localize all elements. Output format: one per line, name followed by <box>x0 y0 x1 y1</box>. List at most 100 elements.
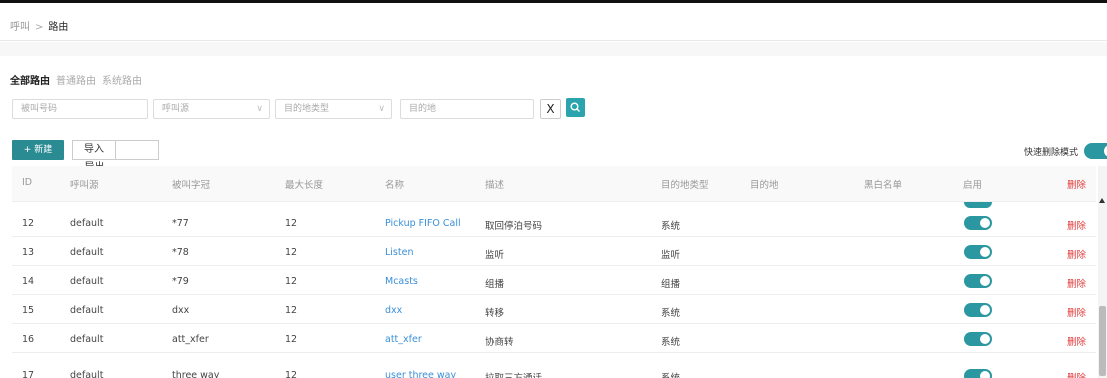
cell-name-link[interactable]: att_xfer <box>385 334 422 345</box>
cell-id: 17 <box>22 370 35 378</box>
toggle-knob <box>980 247 990 257</box>
cell-id: 15 <box>22 305 35 316</box>
vertical-scrollbar[interactable] <box>1098 166 1107 378</box>
cell-prefix: *78 <box>172 247 189 258</box>
callee-number-placeholder: 被叫号码 <box>21 104 58 114</box>
enabled-toggle[interactable] <box>964 245 992 259</box>
cell-description: 组播 <box>485 279 505 290</box>
cell-destination-type: 组播 <box>661 279 681 290</box>
destination-type-select[interactable]: 目的地类型 ∨ <box>275 99 392 119</box>
enabled-toggle[interactable] <box>964 369 992 378</box>
column-header-destination-type[interactable]: 目的地类型 <box>661 177 709 191</box>
delete-link[interactable]: 删除 <box>1067 247 1086 261</box>
enabled-toggle[interactable] <box>964 216 992 230</box>
callee-number-input[interactable]: 被叫号码 <box>12 99 148 119</box>
table-row: 17 default three way 12 user three way 拉… <box>12 354 1096 378</box>
quick-delete-label: 快速删除模式 <box>1024 148 1079 158</box>
cell-description: 监听 <box>485 250 505 261</box>
cell-prefix: dxx <box>172 305 190 316</box>
cell-destination-type: 系统 <box>661 337 681 348</box>
cell-destination-type: 系统 <box>661 370 680 378</box>
toggle-knob <box>980 276 990 286</box>
delete-link[interactable]: 删除 <box>1067 370 1086 378</box>
cell-prefix: *77 <box>172 218 189 229</box>
cell-id: 13 <box>22 247 35 258</box>
new-route-button[interactable]: + 新建 <box>12 140 64 160</box>
breadcrumb-parent[interactable]: 呼叫 <box>10 22 30 33</box>
scroll-up-arrow-icon[interactable] <box>1099 198 1105 203</box>
destination-input[interactable]: 目的地 <box>400 99 534 119</box>
column-header-source[interactable]: 呼叫源 <box>70 177 99 191</box>
table-row: 12 default *77 12 Pickup FIFO Call 取回停泊号… <box>12 209 1096 237</box>
caller-source-select[interactable]: 呼叫源 ∨ <box>153 99 270 119</box>
column-header-destination[interactable]: 目的地 <box>750 177 779 191</box>
enabled-toggle[interactable] <box>964 332 992 346</box>
cell-source: default <box>70 247 104 258</box>
cell-destination-type: 系统 <box>661 221 681 232</box>
tab-all-routes[interactable]: 全部路由 <box>10 76 50 87</box>
search-button[interactable] <box>566 98 585 117</box>
cell-name-link[interactable]: Listen <box>385 247 413 258</box>
column-header-delete[interactable]: 删除 <box>1067 177 1086 191</box>
column-header-description[interactable]: 描述 <box>485 177 504 191</box>
cell-source: default <box>70 305 104 316</box>
breadcrumb: 呼叫 > 路由 <box>10 18 68 33</box>
search-icon <box>570 102 580 112</box>
quick-delete-toggle[interactable] <box>1084 143 1107 159</box>
enabled-toggle[interactable] <box>964 303 992 317</box>
delete-link[interactable]: 删除 <box>1067 218 1086 232</box>
tab-normal-routes[interactable]: 普通路由 <box>56 76 96 87</box>
column-header-prefix[interactable]: 被叫字冠 <box>172 177 210 191</box>
route-tabs: 全部路由 普通路由 系统路由 <box>10 72 148 87</box>
cell-prefix: three way <box>172 370 220 378</box>
delete-link[interactable]: 删除 <box>1067 305 1086 319</box>
caller-source-placeholder: 呼叫源 <box>162 104 190 114</box>
table-row: 13 default *78 12 Listen 监听 监听 删除 <box>12 238 1096 266</box>
toggle-knob <box>980 371 990 378</box>
cell-max-length: 12 <box>285 370 298 378</box>
partial-toggle-above <box>964 202 992 208</box>
scrollbar-thumb[interactable] <box>1099 306 1106 376</box>
column-header-enabled[interactable]: 启用 <box>963 177 982 191</box>
column-header-max-length[interactable]: 最大长度 <box>285 177 323 191</box>
cell-max-length: 12 <box>285 276 298 287</box>
cell-id: 12 <box>22 218 35 229</box>
column-header-name[interactable]: 名称 <box>385 177 404 191</box>
cell-description: 转移 <box>485 308 505 319</box>
cell-id: 14 <box>22 276 35 287</box>
cell-destination-type: 监听 <box>661 250 681 261</box>
cell-max-length: 12 <box>285 218 298 229</box>
cell-source: default <box>70 334 104 345</box>
enabled-toggle[interactable] <box>964 274 992 288</box>
cell-description: 协商转 <box>485 337 514 348</box>
chevron-down-icon: ∨ <box>256 104 263 114</box>
import-button[interactable]: 导入 <box>73 141 116 159</box>
table-row: 15 default dxx 12 dxx 转移 系统 删除 <box>12 296 1096 324</box>
destination-placeholder: 目的地 <box>409 104 437 114</box>
cell-name-link[interactable]: Mcasts <box>385 276 418 287</box>
cell-source: default <box>70 370 104 378</box>
delete-link[interactable]: 删除 <box>1067 334 1086 348</box>
toggle-knob <box>980 334 990 344</box>
table-row: 16 default att_xfer 12 att_xfer 协商转 系统 删… <box>12 325 1096 353</box>
cell-description: 取回停泊号码 <box>485 221 543 232</box>
cell-max-length: 12 <box>285 247 298 258</box>
breadcrumb-separator: > <box>35 22 44 33</box>
tab-system-routes[interactable]: 系统路由 <box>102 76 142 87</box>
table-row: 14 default *79 12 Mcasts 组播 组播 删除 <box>12 267 1096 295</box>
column-header-blackwhite-list[interactable]: 黑白名单 <box>864 177 902 191</box>
column-header-id[interactable]: ID <box>22 177 32 188</box>
delete-link[interactable]: 删除 <box>1067 276 1086 290</box>
routing-page: 呼叫 > 路由 全部路由 普通路由 系统路由 被叫号码 呼叫源 ∨ 目的地类型 ∨ 目的地 … <box>0 0 1107 378</box>
toggle-knob <box>980 218 990 228</box>
cell-name-link[interactable]: user three way <box>385 370 456 378</box>
cell-name-link[interactable]: Pickup FIFO Call <box>385 218 461 229</box>
cell-name-link[interactable]: dxx <box>385 305 402 316</box>
cell-prefix: att_xfer <box>172 334 209 345</box>
cell-source: default <box>70 218 104 229</box>
cell-source: default <box>70 276 104 287</box>
import-export-group: 导入导出 <box>72 140 159 173</box>
header-divider <box>0 42 1107 56</box>
clear-filter-button[interactable]: X <box>540 99 561 119</box>
cell-max-length: 12 <box>285 305 298 316</box>
